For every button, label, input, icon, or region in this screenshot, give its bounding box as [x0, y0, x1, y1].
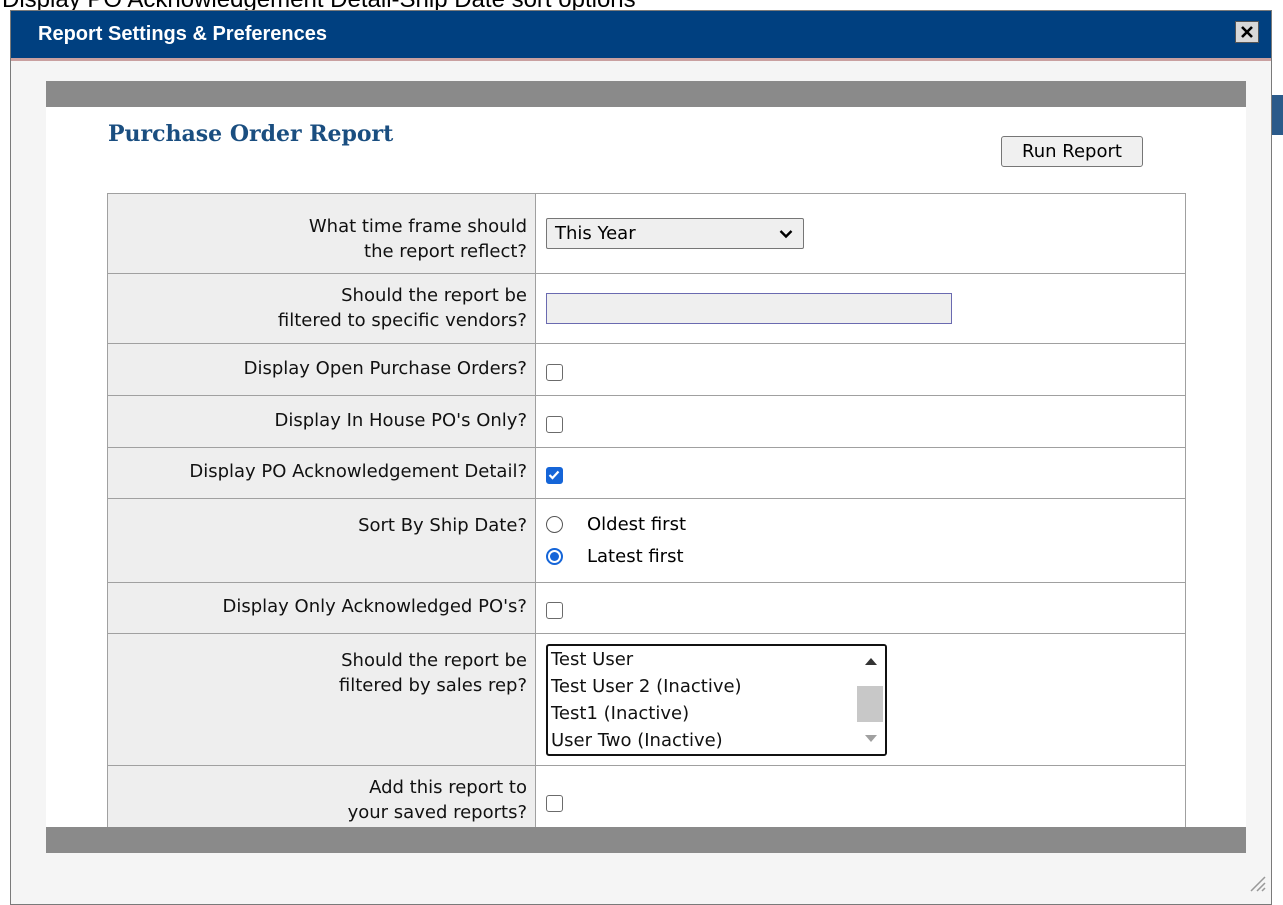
sales-rep-cell: Test User Test User 2 (Inactive) Test1 (…	[535, 633, 1186, 766]
list-item[interactable]: User Two (Inactive)	[548, 727, 885, 754]
close-icon	[1241, 26, 1253, 38]
row-vendor-filter: Should the report be filtered to specifi…	[107, 273, 1186, 344]
sales-rep-label: Should the report be filtered by sales r…	[107, 633, 536, 766]
listbox-scrollbar[interactable]	[857, 646, 885, 754]
sort-ship-date-options: Oldest first Latest first	[535, 498, 1186, 583]
in-house-checkbox[interactable]	[546, 415, 563, 433]
row-in-house: Display In House PO's Only?	[107, 395, 1186, 448]
run-report-button[interactable]: Run Report	[1001, 136, 1143, 167]
vendor-filter-input[interactable]	[546, 293, 952, 324]
dialog-titlebar[interactable]: Report Settings & Preferences	[11, 11, 1271, 61]
vendor-filter-cell	[535, 273, 1186, 344]
list-item[interactable]: Test User	[548, 646, 885, 673]
checkmark-icon	[548, 470, 560, 480]
radio-option-latest[interactable]: Latest first	[546, 541, 1185, 573]
row-sort-ship-date: Sort By Ship Date? Oldest first Latest f…	[107, 498, 1186, 583]
row-time-frame: What time frame should the report reflec…	[107, 193, 1186, 274]
list-item[interactable]: Test User 2 (Inactive)	[548, 673, 885, 700]
chevron-down-icon	[779, 229, 793, 238]
row-ack-detail: Display PO Acknowledgement Detail?	[107, 447, 1186, 499]
ack-detail-label: Display PO Acknowledgement Detail?	[107, 447, 536, 499]
save-report-checkbox[interactable]	[546, 795, 563, 812]
time-frame-cell: This Year	[535, 193, 1186, 274]
time-frame-label: What time frame should the report reflec…	[107, 193, 536, 274]
ack-detail-checkbox[interactable]	[546, 467, 563, 484]
sort-ship-date-label: Sort By Ship Date?	[107, 498, 536, 583]
only-acknowledged-checkbox[interactable]	[546, 602, 563, 619]
resize-grip-icon[interactable]	[1245, 871, 1267, 893]
row-only-acknowledged: Display Only Acknowledged PO's?	[107, 582, 1186, 634]
settings-table: What time frame should the report reflec…	[107, 193, 1186, 837]
scroll-down-arrow-icon[interactable]	[865, 735, 877, 742]
radio-oldest-label: Oldest first	[587, 514, 686, 535]
scroll-thumb[interactable]	[857, 686, 883, 722]
open-pos-checkbox[interactable]	[546, 363, 563, 381]
time-frame-selected: This Year	[555, 223, 636, 244]
close-button[interactable]	[1235, 21, 1259, 43]
panel-top-bar	[46, 81, 1246, 107]
sales-rep-listbox[interactable]: Test User Test User 2 (Inactive) Test1 (…	[546, 644, 887, 756]
time-frame-select[interactable]: This Year	[546, 218, 804, 249]
radio-latest-first[interactable]	[546, 548, 563, 565]
radio-oldest-first[interactable]	[546, 516, 563, 533]
report-panel: Purchase Order Report Run Report What ti…	[46, 81, 1246, 853]
save-report-label: Add this report to your saved reports?	[107, 765, 536, 837]
only-acknowledged-label: Display Only Acknowledged PO's?	[107, 582, 536, 634]
panel-bottom-bar	[46, 827, 1246, 853]
vendor-filter-label: Should the report be filtered to specifi…	[107, 273, 536, 344]
row-sales-rep: Should the report be filtered by sales r…	[107, 633, 1186, 766]
in-house-label: Display In House PO's Only?	[107, 395, 536, 448]
list-item[interactable]: Test1 (Inactive)	[548, 700, 885, 727]
row-save-report: Add this report to your saved reports?	[107, 765, 1186, 837]
report-settings-dialog: Report Settings & Preferences Purchase O…	[10, 10, 1272, 905]
scroll-up-arrow-icon[interactable]	[865, 658, 877, 665]
open-pos-label: Display Open Purchase Orders?	[107, 343, 536, 396]
row-open-pos: Display Open Purchase Orders?	[107, 343, 1186, 396]
report-title: Purchase Order Report	[108, 121, 394, 147]
radio-option-oldest[interactable]: Oldest first	[546, 509, 1185, 541]
dialog-title: Report Settings & Preferences	[38, 23, 327, 45]
radio-latest-label: Latest first	[587, 546, 684, 567]
